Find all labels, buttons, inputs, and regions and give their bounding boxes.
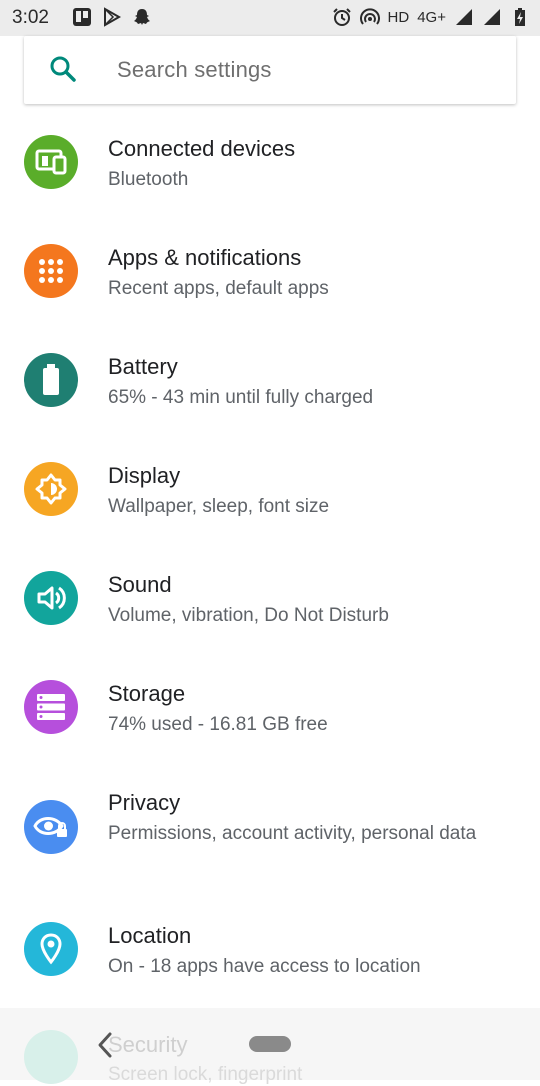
item-subtitle: 74% used - 16.81 GB free xyxy=(108,714,328,735)
settings-item-privacy[interactable]: Privacy Permissions, account activity, p… xyxy=(0,759,540,893)
status-time: 3:02 xyxy=(12,7,49,28)
item-title: Sound xyxy=(108,572,172,597)
item-subtitle: On - 18 apps have access to location xyxy=(108,956,421,977)
item-title: Display xyxy=(108,463,181,488)
storage-icon xyxy=(24,680,78,734)
item-title: Apps & notifications xyxy=(108,245,302,270)
system-status-icons: HD 4G+ xyxy=(332,7,530,27)
location-pin-icon xyxy=(24,922,78,976)
settings-item-security-subtitle: Screen lock, fingerprint xyxy=(108,1064,303,1085)
item-subtitle: 65% - 43 min until fully charged xyxy=(108,387,374,408)
search-placeholder[interactable]: Search settings xyxy=(117,57,272,83)
settings-item-battery[interactable]: Battery 65% - 43 min until fully charged xyxy=(0,323,540,432)
item-subtitle: Volume, vibration, Do Not Disturb xyxy=(108,605,389,626)
apps-grid-icon xyxy=(24,244,78,298)
item-title: Storage xyxy=(108,681,186,706)
home-pill-button[interactable] xyxy=(249,1036,291,1052)
signal-icon xyxy=(456,9,472,25)
privacy-eye-icon xyxy=(24,800,78,854)
back-button[interactable] xyxy=(94,1030,116,1060)
notification-icons xyxy=(72,7,152,27)
hotspot-icon xyxy=(359,8,380,25)
settings-item-storage[interactable]: Storage 74% used - 16.81 GB free xyxy=(0,650,540,759)
volume-icon xyxy=(24,571,78,625)
brightness-icon xyxy=(24,462,78,516)
hd-label: HD xyxy=(387,8,410,26)
devices-icon xyxy=(24,135,78,189)
item-subtitle: Permissions, account activity, personal … xyxy=(108,823,477,844)
play-store-icon xyxy=(104,7,122,27)
settings-item-display[interactable]: Display Wallpaper, sleep, font size xyxy=(0,432,540,541)
settings-item-security-title[interactable]: Security xyxy=(108,1032,187,1058)
battery-charging-icon xyxy=(515,8,525,26)
item-subtitle: Wallpaper, sleep, font size xyxy=(108,496,330,517)
trello-icon xyxy=(73,8,91,26)
battery-icon xyxy=(24,353,78,407)
item-title: Battery xyxy=(108,354,178,379)
search-icon xyxy=(50,56,76,82)
snapchat-icon xyxy=(134,9,150,25)
item-subtitle: Recent apps, default apps xyxy=(108,278,329,299)
item-title: Privacy xyxy=(108,790,181,815)
settings-item-apps-notifications[interactable]: Apps & notifications Recent apps, defaul… xyxy=(0,214,540,323)
navigation-bar: Security Screen lock, fingerprint xyxy=(0,1008,540,1085)
signal-icon-2 xyxy=(484,9,500,25)
settings-item-connected-devices[interactable]: Connected devices Bluetooth xyxy=(0,105,540,214)
network-type-label: 4G+ xyxy=(417,8,446,26)
item-title: Location xyxy=(108,923,192,948)
item-title: Connected devices xyxy=(108,136,296,161)
search-bar[interactable]: Search settings xyxy=(24,36,516,104)
status-bar: 3:02 HD 4G+ xyxy=(0,0,540,36)
alarm-icon xyxy=(332,8,351,26)
lock-icon xyxy=(24,1030,78,1084)
item-subtitle: Bluetooth xyxy=(108,169,189,190)
settings-item-sound[interactable]: Sound Volume, vibration, Do Not Disturb xyxy=(0,541,540,650)
settings-item-location[interactable]: Location On - 18 apps have access to loc… xyxy=(0,893,540,1008)
